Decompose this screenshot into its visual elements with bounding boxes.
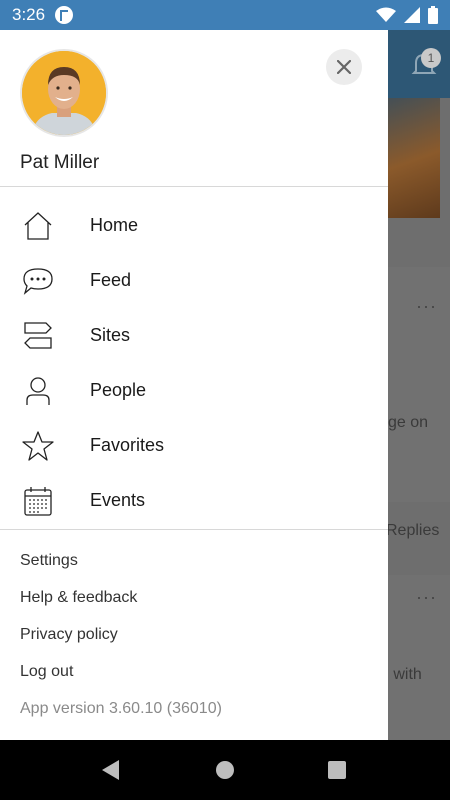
back-button[interactable]	[102, 760, 119, 780]
background-snippet: ge on	[388, 414, 429, 431]
divider	[0, 529, 388, 530]
nav-item-home[interactable]: Home	[0, 198, 388, 253]
star-icon	[20, 428, 56, 464]
app-version: App version 3.60.10 (36010)	[20, 700, 222, 717]
status-time: 3:26	[12, 5, 46, 24]
nav-label: Favorites	[90, 435, 165, 455]
nav-label: Home	[90, 215, 139, 235]
divider	[0, 186, 388, 187]
signpost-icon	[20, 318, 56, 354]
nav-item-favorites[interactable]: Favorites	[0, 418, 388, 473]
nav-label: People	[90, 380, 147, 400]
log-out-link[interactable]: Log out	[20, 663, 73, 681]
home-icon	[20, 208, 56, 244]
cell-signal-icon	[404, 7, 420, 23]
nav-item-feed[interactable]: Feed	[0, 253, 388, 308]
more-icon: ···	[416, 587, 437, 607]
app-notification-icon	[55, 6, 74, 24]
avatar[interactable]	[20, 49, 108, 137]
home-button[interactable]	[216, 761, 234, 779]
user-name[interactable]: Pat Miller	[20, 152, 99, 174]
status-bar: 3:26	[0, 0, 450, 30]
wifi-icon	[376, 7, 396, 22]
close-icon	[337, 60, 351, 74]
chat-bubble-icon	[20, 263, 56, 299]
nav-item-sites[interactable]: Sites	[0, 308, 388, 363]
calendar-icon	[20, 483, 56, 519]
nav-label: Events	[90, 490, 146, 510]
nav-item-events[interactable]: Events	[0, 473, 388, 528]
avatar-photo	[22, 51, 106, 135]
battery-icon	[428, 6, 438, 24]
navigation-drawer: Pat Miller Home Feed Sites People Favori…	[0, 30, 388, 740]
close-button[interactable]	[326, 49, 362, 85]
recent-apps-button[interactable]	[328, 761, 346, 779]
nav-label: Feed	[90, 270, 132, 290]
privacy-policy-link[interactable]: Privacy policy	[20, 626, 118, 644]
nav-item-people[interactable]: People	[0, 363, 388, 418]
notification-badge: 1	[421, 48, 441, 68]
system-nav-bar	[0, 740, 450, 800]
background-snippet: Replies	[386, 522, 440, 539]
nav-label: Sites	[90, 325, 131, 345]
help-feedback-link[interactable]: Help & feedback	[20, 589, 137, 607]
settings-link[interactable]: Settings	[20, 552, 78, 570]
person-icon	[20, 373, 56, 409]
status-icons	[376, 6, 438, 24]
more-icon: ···	[416, 296, 437, 316]
